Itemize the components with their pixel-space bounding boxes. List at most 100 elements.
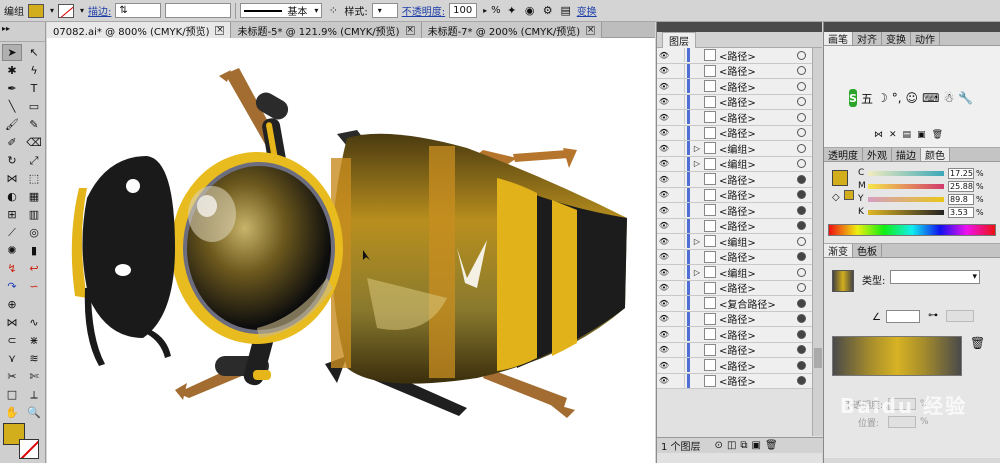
layer-name[interactable]: <路径> — [719, 342, 797, 357]
live-paint-tool-icon[interactable]: ⋎ — [2, 350, 22, 367]
layer-row[interactable]: 👁 ▷ <编组> — [657, 265, 812, 281]
visibility-eye-icon[interactable]: 👁 — [657, 66, 671, 75]
tab-transform[interactable]: 变换 — [882, 32, 911, 46]
magic-wand-tool-icon[interactable]: ✱ — [2, 62, 22, 79]
visibility-eye-icon[interactable]: 👁 — [657, 376, 671, 385]
target-circle-icon[interactable] — [797, 345, 806, 355]
transform-link[interactable]: 变换 — [577, 3, 597, 18]
channel-value-field[interactable]: 3.53 — [948, 206, 974, 218]
stroke-box[interactable] — [19, 439, 39, 459]
lock-toggle[interactable] — [671, 203, 685, 218]
opacity-arrow[interactable]: ▸ — [483, 6, 487, 15]
lock-toggle[interactable] — [671, 342, 685, 357]
lock-toggle[interactable] — [671, 156, 685, 171]
fill-swatch[interactable] — [28, 3, 44, 18]
stroke-link[interactable]: 描边: — [88, 3, 111, 18]
tab-stroke[interactable]: 描边 — [892, 148, 921, 162]
target-circle-icon[interactable] — [797, 143, 806, 153]
expand-triangle-icon[interactable]: ▷ — [690, 159, 704, 168]
slice-tool-icon[interactable] — [24, 296, 44, 313]
target-circle-icon[interactable] — [797, 174, 806, 184]
fill-stroke-widget[interactable] — [3, 423, 43, 461]
delete-stop-icon[interactable]: 🗑 — [970, 336, 985, 350]
stroke-variable-field[interactable] — [165, 3, 232, 18]
column-graph-tool-icon[interactable]: ▮ — [24, 242, 44, 259]
lock-toggle[interactable] — [671, 141, 685, 156]
zoom-tool-icon[interactable]: 🔍 — [24, 404, 44, 421]
new-sublayer-icon[interactable]: ⧉ — [740, 440, 747, 451]
channel-slider[interactable] — [868, 196, 944, 202]
layer-row[interactable]: 👁 <路径> — [657, 94, 812, 110]
target-circle-icon[interactable] — [797, 190, 806, 200]
color-swatch[interactable] — [832, 170, 848, 186]
lock-toggle[interactable] — [671, 172, 685, 187]
layer-name[interactable]: <路径> — [719, 172, 797, 187]
stroke-profile-select[interactable]: 基本 ▾ — [240, 3, 323, 18]
visibility-eye-icon[interactable]: 👁 — [657, 97, 671, 106]
layer-row[interactable]: 👁 <路径> — [657, 218, 812, 234]
user-icon[interactable]: ☃ — [943, 91, 954, 105]
visibility-eye-icon[interactable]: 👁 — [657, 175, 671, 184]
visibility-eye-icon[interactable]: 👁 — [657, 221, 671, 230]
layer-row[interactable]: 👁 ▷ <编组> — [657, 141, 812, 157]
document-setup-icon[interactable]: ◉ — [523, 4, 537, 18]
wrinkle-tool-icon[interactable]: ≋ — [24, 350, 44, 367]
close-icon[interactable]: × — [405, 25, 415, 35]
tab-brushes[interactable]: 画笔 — [824, 32, 853, 46]
twirl-tool-icon[interactable]: ⊂ — [2, 332, 22, 349]
target-circle-icon[interactable] — [797, 97, 806, 107]
anchor-tool-icon[interactable]: ↷ — [2, 278, 22, 295]
target-circle-icon[interactable] — [797, 298, 806, 308]
target-circle-icon[interactable] — [797, 283, 806, 293]
type-tool-icon[interactable]: T — [24, 80, 44, 97]
tab-actions[interactable]: 动作 — [911, 32, 940, 46]
tab-color[interactable]: 颜色 — [921, 148, 950, 162]
lock-toggle[interactable] — [671, 110, 685, 125]
tab-swatches[interactable]: 色板 — [853, 244, 882, 258]
layer-name[interactable]: <路径> — [719, 125, 797, 140]
layer-row[interactable]: 👁 <路径> — [657, 187, 812, 203]
layer-name[interactable]: <编组> — [719, 156, 797, 171]
layer-row[interactable]: 👁 <路径> — [657, 327, 812, 343]
target-circle-icon[interactable] — [797, 236, 806, 246]
smile-icon[interactable]: ☺ — [906, 91, 919, 105]
width-tool-icon[interactable]: ⋈ — [2, 170, 22, 187]
ime-mode[interactable]: 五 — [861, 90, 873, 107]
layer-row[interactable]: 👁 <路径> — [657, 48, 812, 64]
visibility-eye-icon[interactable]: 👁 — [657, 206, 671, 215]
visibility-eye-icon[interactable]: 👁 — [657, 113, 671, 122]
recolor-icon[interactable]: ✦ — [505, 4, 519, 18]
knife-tool-icon[interactable]: ✂ — [2, 368, 22, 385]
target-circle-icon[interactable] — [797, 205, 806, 215]
new-brush-icon[interactable]: ▣ — [917, 130, 926, 140]
brush-definition-icon[interactable]: ⁘ — [326, 4, 340, 18]
rectangle-tool-icon[interactable]: ▭ — [24, 98, 44, 115]
layer-name[interactable]: <复合路径> — [719, 296, 797, 311]
layer-row[interactable]: 👁 <路径> — [657, 311, 812, 327]
layer-name[interactable]: <路径> — [719, 327, 797, 342]
channel-slider[interactable] — [868, 209, 944, 215]
visibility-eye-icon[interactable]: 👁 — [657, 268, 671, 277]
line-tool-icon[interactable]: ╲ — [2, 98, 22, 115]
pencil-tool-icon[interactable]: ✎ — [24, 116, 44, 133]
gradient-thumbnail[interactable] — [832, 270, 854, 292]
target-circle-icon[interactable] — [797, 112, 806, 122]
channel-value-field[interactable]: 25.88 — [948, 180, 974, 192]
gradient-slider[interactable] — [832, 336, 962, 376]
layer-name[interactable]: <路径> — [719, 218, 797, 233]
lock-toggle[interactable] — [671, 373, 685, 388]
layer-name[interactable]: <编组> — [719, 265, 797, 280]
tab-document-2[interactable]: 未标题-5* @ 121.9% (CMYK/预览) × — [231, 22, 422, 38]
layer-row[interactable]: 👁 <路径> — [657, 110, 812, 126]
blob-brush-tool-icon[interactable]: ✐ — [2, 134, 22, 151]
visibility-eye-icon[interactable]: 👁 — [657, 128, 671, 137]
visibility-eye-icon[interactable]: 👁 — [657, 283, 671, 292]
layer-name[interactable]: <编组> — [719, 234, 797, 249]
visibility-eye-icon[interactable]: 👁 — [657, 51, 671, 60]
layer-row[interactable]: 👁 <路径> — [657, 125, 812, 141]
target-circle-icon[interactable] — [797, 66, 806, 76]
lock-toggle[interactable] — [671, 265, 685, 280]
stroke-swatch[interactable] — [58, 3, 75, 18]
lock-toggle[interactable] — [671, 125, 685, 140]
reflect-tool-icon[interactable]: ⋈ — [2, 314, 22, 331]
